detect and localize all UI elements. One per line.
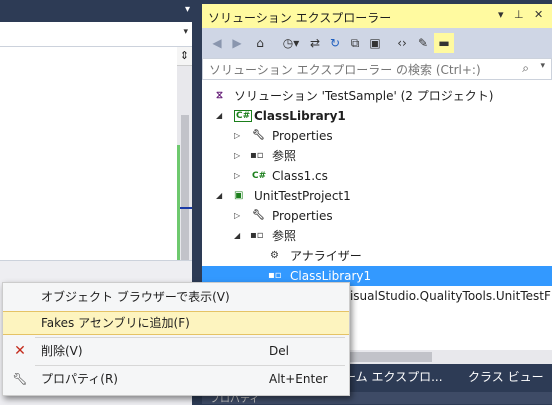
menu-separator xyxy=(35,337,345,338)
tab-class-view[interactable]: クラス ビュー xyxy=(468,368,544,385)
tree-item-properties[interactable]: ▷ 🔧︎ Properties xyxy=(202,126,552,146)
tree-item-analyzers[interactable]: ⚙ アナライザー xyxy=(202,246,552,266)
solution-icon: ⧖ xyxy=(216,90,224,101)
menu-item-shortcut: Del xyxy=(269,344,289,358)
test-project-icon: ▣ xyxy=(234,190,244,201)
expand-arrow-icon[interactable]: ▷ xyxy=(234,166,240,186)
panel-title: ソリューション エクスプローラー xyxy=(208,11,392,25)
tree-item-label: ClassLibrary1 xyxy=(254,109,346,123)
scroll-thumb[interactable] xyxy=(181,115,189,270)
collapse-arrow-icon[interactable]: ◢ xyxy=(216,106,222,126)
member-dropdown[interactable]: ▾ xyxy=(0,24,192,47)
references-icon: ▪▫ xyxy=(250,150,264,161)
menu-item-label: プロパティ(R) xyxy=(41,372,118,386)
tree-item-properties[interactable]: ▷ 🔧︎ Properties xyxy=(202,206,552,226)
tree-item-solution[interactable]: ⧖ ソリューション 'TestSample' (2 プロジェクト) xyxy=(202,86,552,106)
tree-item-label: Properties xyxy=(272,209,333,223)
context-menu: オブジェクト ブラウザーで表示(V) Fakes アセンブリに追加(F) ✕ 削… xyxy=(2,282,350,396)
search-icon[interactable]: ⌕ xyxy=(522,61,529,76)
solution-explorer-toolbar: ◀ ▶ ⌂ ◷▾ ⇄ ↻ ⧉ ▣ ‹› ✎ ▬ xyxy=(202,28,552,58)
menu-item-properties[interactable]: 🔧︎ プロパティ(R) Alt+Enter xyxy=(3,367,349,391)
references-icon: ▪▫ xyxy=(250,230,264,241)
forward-icon[interactable]: ▶ xyxy=(228,33,246,53)
tree-item-references[interactable]: ◢ ▪▫ 参照 xyxy=(202,226,552,246)
tree-item-references[interactable]: ▷ ▪▫ 参照 xyxy=(202,146,552,166)
back-icon[interactable]: ◀ xyxy=(208,33,226,53)
menu-item-object-browser[interactable]: オブジェクト ブラウザーで表示(V) xyxy=(3,285,349,309)
tree-item-classlibrary1[interactable]: ◢ C# ClassLibrary1 xyxy=(202,106,552,126)
pin-icon[interactable]: ⊥ xyxy=(514,8,524,21)
expand-arrow-icon[interactable]: ▷ xyxy=(234,206,240,226)
refresh-icon[interactable]: ↻ xyxy=(326,33,344,53)
dropdown-icon[interactable]: ▾ xyxy=(498,8,504,21)
pending-changes-filter-icon[interactable]: ◷▾ xyxy=(278,33,304,53)
tree-item-label: アナライザー xyxy=(290,249,362,263)
menu-item-label: 削除(V) xyxy=(41,344,83,358)
properties-icon[interactable]: ✎ xyxy=(414,33,432,53)
split-window-button[interactable]: ⇕ xyxy=(177,47,192,66)
view-code-icon[interactable]: ‹› xyxy=(392,33,412,53)
show-all-files-icon[interactable]: ▣ xyxy=(366,33,384,53)
menu-item-add-fakes-assembly[interactable]: Fakes アセンブリに追加(F) xyxy=(3,311,349,335)
menu-item-label: Fakes アセンブリに追加(F) xyxy=(41,316,190,330)
chevron-down-icon: ▾ xyxy=(183,27,188,37)
delete-x-icon: ✕ xyxy=(14,343,26,359)
menu-item-shortcut: Alt+Enter xyxy=(269,372,328,386)
tree-item-unittestproject1[interactable]: ◢ ▣ UnitTestProject1 xyxy=(202,186,552,206)
wrench-icon: 🔧︎ xyxy=(252,210,265,221)
menu-item-label: オブジェクト ブラウザーで表示(V) xyxy=(41,290,230,304)
tab-dropdown-icon[interactable]: ▾ xyxy=(185,4,190,15)
sync-icon[interactable]: ⇄ xyxy=(306,33,324,53)
close-icon[interactable]: ✕ xyxy=(534,8,543,21)
collapse-arrow-icon[interactable]: ◢ xyxy=(234,226,240,246)
editor-tab-bar: ▾ xyxy=(0,0,192,22)
tree-item-label: ソリューション 'TestSample' (2 プロジェクト) xyxy=(234,89,494,103)
expand-arrow-icon[interactable]: ▷ xyxy=(234,126,240,146)
wrench-icon: 🔧︎ xyxy=(252,130,265,141)
tree-item-label: 参照 xyxy=(272,149,297,163)
tree-item-label: UnitTestProject1 xyxy=(254,189,351,203)
tree-item-class1-cs[interactable]: ▷ C# Class1.cs xyxy=(202,166,552,186)
csharp-file-icon: C# xyxy=(252,171,267,181)
tree-item-label: VisualStudio.QualityTools.UnitTestF xyxy=(342,289,551,303)
wrench-icon: 🔧︎ xyxy=(12,372,28,386)
tree-item-label: Class1.cs xyxy=(272,169,328,183)
panel-tab-strip: ーム エクスプロ... クラス ビュー xyxy=(342,364,552,388)
menu-item-delete[interactable]: ✕ 削除(V) Del xyxy=(3,339,349,363)
tab-team-explorer[interactable]: ーム エクスプロ... xyxy=(344,368,443,385)
expand-arrow-icon[interactable]: ▷ xyxy=(234,146,240,166)
collapse-arrow-icon[interactable]: ◢ xyxy=(216,186,222,206)
caret-marker xyxy=(180,207,192,209)
search-options-icon[interactable]: ▾ xyxy=(540,61,545,71)
collapse-all-icon[interactable]: ⧉ xyxy=(346,33,364,53)
solution-explorer-titlebar: ソリューション エクスプローラー ▾ ⊥ ✕ xyxy=(202,4,552,28)
scroll-thumb[interactable] xyxy=(342,352,432,362)
csharp-project-icon: C# xyxy=(234,110,253,122)
tree-item-label: Properties xyxy=(272,129,333,143)
home-icon[interactable]: ⌂ xyxy=(250,33,270,53)
menu-separator xyxy=(35,365,345,366)
search-box[interactable]: ⌕ ▾ xyxy=(202,58,552,80)
tree-item-label: 参照 xyxy=(272,229,297,243)
analyzer-icon: ⚙ xyxy=(270,250,279,261)
preview-selected-icon[interactable]: ▬ xyxy=(434,33,454,53)
search-input[interactable] xyxy=(207,60,511,80)
